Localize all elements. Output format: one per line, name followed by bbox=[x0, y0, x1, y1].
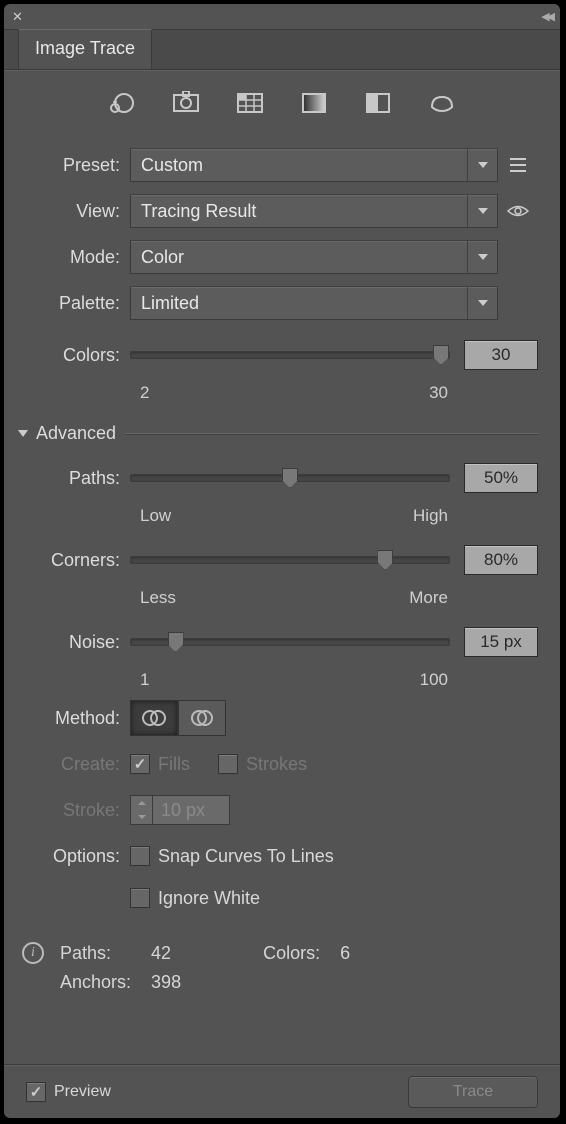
colors-label: Colors: bbox=[26, 345, 130, 366]
stroke-label: Stroke: bbox=[26, 800, 130, 821]
snap-checkbox-label: Snap Curves To Lines bbox=[158, 846, 334, 867]
chevron-down-icon bbox=[18, 430, 28, 437]
options-label: Options: bbox=[26, 846, 130, 867]
collapse-icon[interactable]: ◀◀ bbox=[541, 10, 552, 23]
stat-colors-label: Colors: bbox=[263, 940, 338, 967]
paths-label: Paths: bbox=[26, 468, 130, 489]
paths-value[interactable]: 50% bbox=[464, 463, 538, 493]
ignore-white-checkbox[interactable] bbox=[130, 888, 150, 908]
tab-row: Image Trace bbox=[4, 30, 560, 70]
paths-slider[interactable] bbox=[130, 474, 450, 482]
black-white-icon[interactable] bbox=[361, 89, 395, 117]
high-color-icon[interactable] bbox=[169, 89, 203, 117]
stats: i Paths: 42 Colors: 6 Anchors: 398 bbox=[22, 938, 538, 998]
outline-icon[interactable] bbox=[425, 89, 459, 117]
corners-label: Corners: bbox=[26, 550, 130, 571]
preview-checkbox-label: Preview bbox=[54, 1083, 111, 1101]
info-icon: i bbox=[22, 942, 44, 964]
titlebar: ✕ ◀◀ bbox=[4, 4, 560, 30]
mode-select[interactable]: Color bbox=[130, 240, 498, 274]
mode-label: Mode: bbox=[26, 247, 130, 268]
tab-image-trace[interactable]: Image Trace bbox=[18, 29, 152, 69]
ignore-white-checkbox-label: Ignore White bbox=[158, 888, 260, 909]
eye-icon[interactable] bbox=[498, 204, 538, 218]
trace-button[interactable]: Trace bbox=[408, 1076, 538, 1108]
method-overlapping-button[interactable] bbox=[178, 700, 226, 736]
stat-paths-label: Paths: bbox=[60, 940, 149, 967]
view-select[interactable]: Tracing Result bbox=[130, 194, 498, 228]
strokes-checkbox-label: Strokes bbox=[246, 754, 307, 775]
preset-select[interactable]: Custom bbox=[130, 148, 498, 182]
preview-checkbox[interactable] bbox=[26, 1082, 46, 1102]
stat-paths-value: 42 bbox=[151, 940, 199, 967]
stat-anchors-value: 398 bbox=[151, 969, 199, 996]
preset-label: Preset: bbox=[26, 155, 130, 176]
grayscale-icon[interactable] bbox=[297, 89, 331, 117]
noise-value[interactable]: 15 px bbox=[464, 627, 538, 657]
fills-checkbox-label: Fills bbox=[158, 754, 190, 775]
corners-slider[interactable] bbox=[130, 556, 450, 564]
auto-color-icon[interactable] bbox=[105, 89, 139, 117]
snap-checkbox[interactable] bbox=[130, 846, 150, 866]
stroke-field: 10 px bbox=[130, 795, 230, 825]
method-label: Method: bbox=[26, 708, 130, 729]
palette-select[interactable]: Limited bbox=[130, 286, 498, 320]
close-icon[interactable]: ✕ bbox=[12, 9, 23, 25]
stat-colors-value: 6 bbox=[340, 940, 368, 967]
colors-value[interactable]: 30 bbox=[464, 340, 538, 370]
create-label: Create: bbox=[26, 754, 130, 775]
fills-checkbox bbox=[130, 754, 150, 774]
strokes-checkbox bbox=[218, 754, 238, 774]
low-color-icon[interactable] bbox=[233, 89, 267, 117]
colors-slider[interactable] bbox=[130, 351, 450, 359]
method-abutting-button[interactable] bbox=[130, 700, 178, 736]
noise-label: Noise: bbox=[26, 632, 130, 653]
view-label: View: bbox=[26, 201, 130, 222]
corners-value[interactable]: 80% bbox=[464, 545, 538, 575]
noise-slider[interactable] bbox=[130, 638, 450, 646]
preset-icon-row bbox=[4, 71, 560, 131]
advanced-section-toggle[interactable]: Advanced bbox=[18, 423, 538, 444]
preset-menu-icon[interactable] bbox=[498, 157, 538, 173]
palette-label: Palette: bbox=[26, 293, 130, 314]
image-trace-panel: ✕ ◀◀ Image Trace Preset: Custom View: Tr… bbox=[4, 4, 560, 1118]
stat-anchors-label: Anchors: bbox=[60, 969, 149, 996]
